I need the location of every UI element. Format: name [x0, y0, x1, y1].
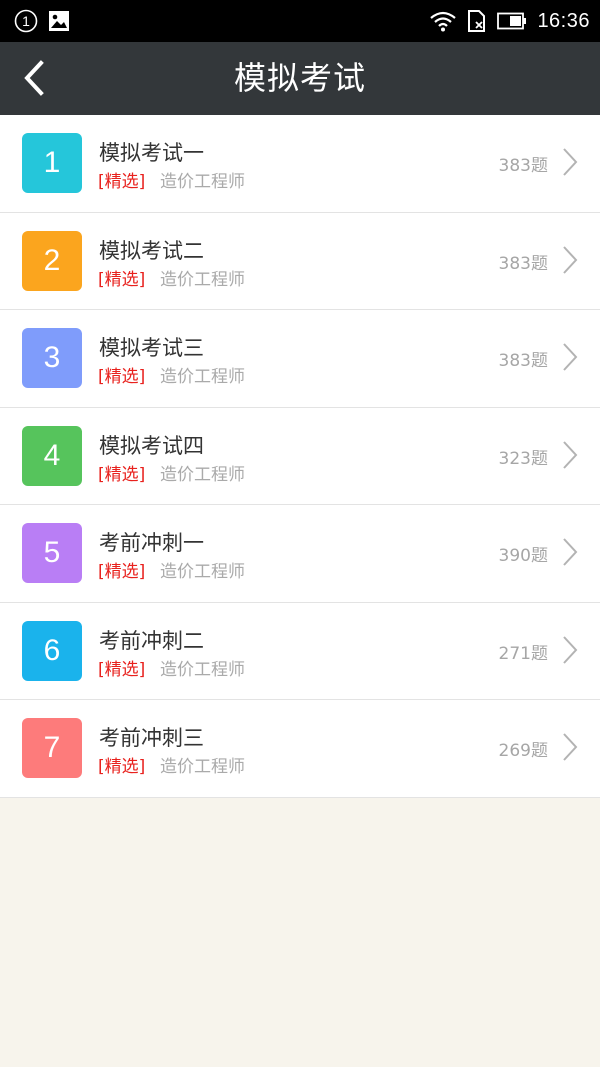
exam-subtitle: 造价工程师: [160, 757, 245, 777]
chevron-right-icon: [563, 245, 578, 274]
status-time: 16:36: [537, 9, 590, 32]
exam-row-3[interactable]: 3 模拟考试三 [精选] 造价工程师 383题: [0, 310, 600, 408]
back-button[interactable]: [6, 50, 62, 106]
question-count: 383题: [498, 351, 548, 371]
exam-row-4[interactable]: 4 模拟考试四 [精选] 造价工程师 323题: [0, 407, 600, 505]
exam-subtitle: 造价工程师: [160, 562, 245, 582]
exam-title: 模拟考试三: [99, 336, 204, 360]
battery-icon: [497, 12, 527, 30]
question-count: 390题: [498, 546, 548, 566]
exam-number-badge: 7: [22, 718, 82, 778]
chevron-right-icon: [563, 635, 578, 664]
exam-subtitle: 造价工程师: [160, 172, 245, 192]
featured-tag: [精选]: [98, 367, 146, 387]
exam-subtitle: 造价工程师: [160, 659, 245, 680]
chevron-right-icon: [563, 343, 578, 371]
featured-tag: [精选]: [98, 464, 146, 485]
exam-subtitle: 造价工程师: [160, 367, 245, 387]
featured-tag: [精选]: [98, 659, 146, 680]
featured-tag: [精选]: [98, 562, 146, 582]
chevron-right-icon: [563, 148, 578, 176]
exam-title: 模拟考试四: [99, 433, 204, 458]
chevron-right-icon: [563, 538, 578, 566]
exam-title: 模拟考试二: [99, 238, 204, 263]
back-arrow-icon: [24, 60, 44, 96]
status-bar: 1 16:36: [0, 0, 600, 42]
wifi-icon: [430, 11, 457, 32]
exam-row-5[interactable]: 5 考前冲刺一 [精选] 造价工程师 390题: [0, 505, 600, 603]
question-count: 323题: [498, 448, 548, 469]
exam-number-badge: 1: [22, 133, 82, 193]
exam-subtitle: 造价工程师: [160, 269, 245, 290]
exam-subtitle: 造价工程师: [160, 464, 245, 485]
question-count: 383题: [498, 156, 548, 176]
exam-row-1[interactable]: 1 模拟考试一 [精选] 造价工程师 383题: [0, 115, 600, 213]
chevron-right-icon: [563, 440, 578, 469]
exam-row-2[interactable]: 2 模拟考试二 [精选] 造价工程师 383题: [0, 212, 600, 310]
exam-number-badge: 2: [22, 230, 82, 291]
exam-number-badge: 4: [22, 425, 82, 486]
exam-row-7[interactable]: 7 考前冲刺三 [精选] 造价工程师 269题: [0, 700, 600, 798]
chevron-right-icon: [563, 733, 578, 761]
exam-number-badge: 6: [22, 620, 82, 681]
toolbar: 模拟考试: [0, 42, 600, 115]
exam-title: 考前冲刺一: [99, 531, 204, 555]
exam-number-badge: 5: [22, 523, 82, 583]
exam-list: 1 模拟考试一 [精选] 造价工程师 383题 2 模拟考试二 [精选] 造价工…: [0, 115, 600, 798]
page-title: 模拟考试: [233, 59, 366, 97]
status-bar-left: 1: [14, 9, 70, 33]
status-bar-right: 16:36: [429, 8, 590, 34]
exam-number-badge: 3: [22, 328, 82, 388]
exam-title: 考前冲刺二: [99, 628, 204, 653]
image-icon: [49, 11, 69, 31]
notification-circle-icon: 1: [14, 9, 38, 33]
featured-tag: [精选]: [98, 269, 146, 290]
notification-count: 1: [22, 13, 30, 29]
no-sim-icon: [468, 10, 486, 32]
featured-tag: [精选]: [98, 757, 146, 777]
question-count: 383题: [498, 253, 548, 274]
exam-title: 模拟考试一: [99, 141, 204, 165]
exam-title: 考前冲刺三: [99, 726, 204, 750]
exam-row-6[interactable]: 6 考前冲刺二 [精选] 造价工程师 271题: [0, 602, 600, 700]
question-count: 271题: [498, 643, 548, 664]
featured-tag: [精选]: [98, 172, 146, 192]
question-count: 269题: [498, 741, 548, 761]
